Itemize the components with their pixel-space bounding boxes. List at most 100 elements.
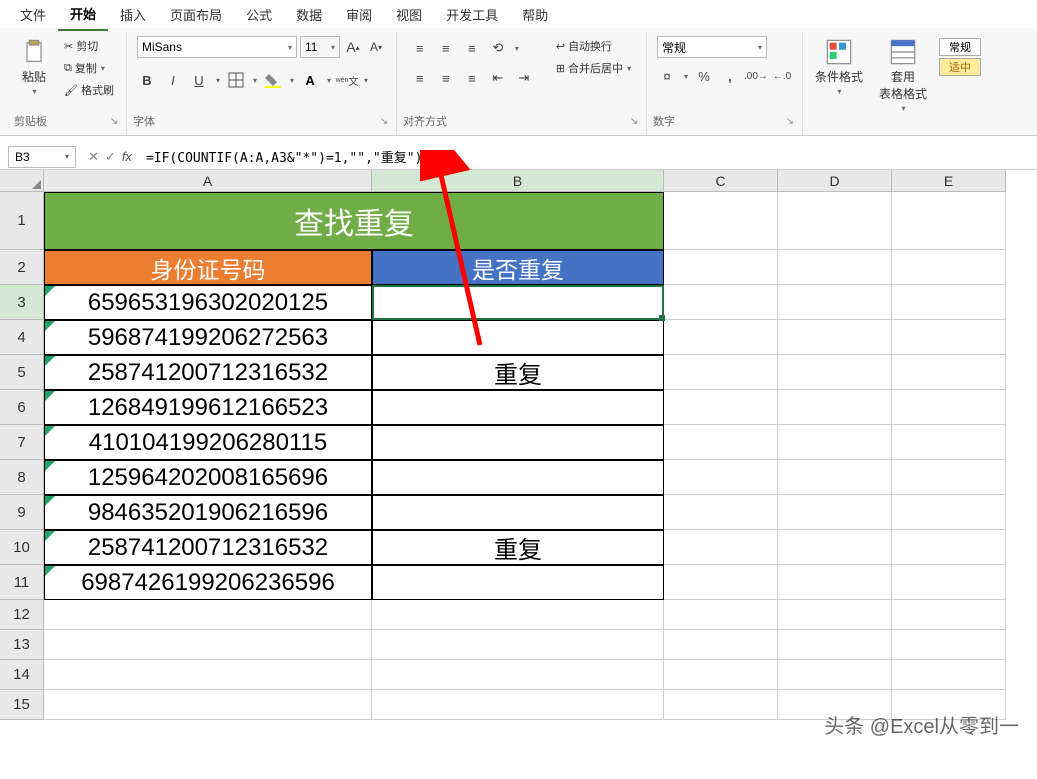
tab-insert[interactable]: 插入 (108, 0, 158, 30)
cell-D1[interactable] (778, 192, 892, 250)
tab-developer[interactable]: 开发工具 (434, 0, 510, 30)
font-size-select[interactable]: 11▾ (300, 36, 340, 58)
tab-file[interactable]: 文件 (8, 0, 58, 30)
orientation-icon[interactable]: ⟲ (488, 38, 508, 58)
cell-E5[interactable] (892, 355, 1006, 390)
cell-E13[interactable] (892, 630, 1006, 660)
dialog-launcher-icon[interactable]: ↘ (108, 116, 120, 127)
cell-A10[interactable]: 258741200712316532 (44, 530, 372, 565)
cell-E10[interactable] (892, 530, 1006, 565)
cell-A3[interactable]: 659653196302020125 (44, 285, 372, 320)
cell-C10[interactable] (664, 530, 778, 565)
cell-A4[interactable]: 596874199206272563 (44, 320, 372, 355)
cell-title[interactable]: 查找重复 (44, 192, 664, 250)
col-header-A[interactable]: A (44, 170, 372, 192)
cell-B6[interactable] (372, 390, 664, 425)
cell-E2[interactable] (892, 250, 1006, 285)
cell-D10[interactable] (778, 530, 892, 565)
dialog-launcher-icon[interactable]: ↘ (784, 116, 796, 127)
cell-C2[interactable] (664, 250, 778, 285)
cell-D6[interactable] (778, 390, 892, 425)
cell-C11[interactable] (664, 565, 778, 600)
cell-B14[interactable] (372, 660, 664, 690)
tab-data[interactable]: 数据 (284, 0, 334, 30)
increase-decimal-icon[interactable]: .00→ (746, 66, 766, 86)
cell-A13[interactable] (44, 630, 372, 660)
tab-home[interactable]: 开始 (58, 0, 108, 31)
tab-page-layout[interactable]: 页面布局 (158, 0, 234, 30)
cell-C9[interactable] (664, 495, 778, 530)
cell-D8[interactable] (778, 460, 892, 495)
cell-E1[interactable] (892, 192, 1006, 250)
align-top-icon[interactable]: ≡ (410, 38, 430, 58)
name-box[interactable]: B3▾ (8, 146, 76, 168)
cell-E14[interactable] (892, 660, 1006, 690)
cell-A5[interactable]: 258741200712316532 (44, 355, 372, 390)
cell-C8[interactable] (664, 460, 778, 495)
row-header-10[interactable]: 10 (0, 530, 44, 565)
cell-C1[interactable] (664, 192, 778, 250)
cell-C7[interactable] (664, 425, 778, 460)
font-color-button[interactable]: A (300, 70, 320, 90)
cancel-formula-icon[interactable]: ✕ (88, 149, 99, 165)
number-format-select[interactable]: 常规▾ (657, 36, 767, 58)
font-name-select[interactable]: MiSans▾ (137, 36, 297, 58)
confirm-formula-icon[interactable]: ✓ (105, 149, 116, 165)
row-header-4[interactable]: 4 (0, 320, 44, 355)
format-painter-button[interactable]: 🖌格式刷 (60, 80, 118, 100)
cell-D7[interactable] (778, 425, 892, 460)
phonetic-button[interactable]: wén文 (337, 70, 357, 90)
cell-B5[interactable]: 重复 (372, 355, 664, 390)
bold-button[interactable]: B (137, 70, 157, 90)
increase-font-icon[interactable]: A▴ (343, 37, 363, 57)
cell-A2[interactable]: 身份证号码 (44, 250, 372, 285)
cell-B10[interactable]: 重复 (372, 530, 664, 565)
cell-style-normal[interactable]: 常规 (939, 38, 981, 56)
cell-D4[interactable] (778, 320, 892, 355)
paste-button[interactable]: 粘贴 ▾ (14, 34, 54, 100)
align-bottom-icon[interactable]: ≡ (462, 38, 482, 58)
cell-E3[interactable] (892, 285, 1006, 320)
cell-A8[interactable]: 125964202008165696 (44, 460, 372, 495)
select-all-corner[interactable] (0, 170, 44, 192)
formula-input[interactable]: =IF(COUNTIF(A:A,A3&"*")=1,"","重复") (140, 147, 1037, 166)
border-button[interactable] (226, 70, 246, 90)
row-header-14[interactable]: 14 (0, 660, 44, 690)
merge-center-button[interactable]: ⊞合并后居中▾ (552, 58, 635, 78)
cell-E11[interactable] (892, 565, 1006, 600)
align-right-icon[interactable]: ≡ (462, 68, 482, 88)
row-header-15[interactable]: 15 (0, 690, 44, 720)
row-header-2[interactable]: 2 (0, 250, 44, 285)
row-header-11[interactable]: 11 (0, 565, 44, 600)
dialog-launcher-icon[interactable]: ↘ (628, 116, 640, 127)
row-header-8[interactable]: 8 (0, 460, 44, 495)
cell-C4[interactable] (664, 320, 778, 355)
cell-B7[interactable] (372, 425, 664, 460)
cell-D14[interactable] (778, 660, 892, 690)
cell-D12[interactable] (778, 600, 892, 630)
cell-E9[interactable] (892, 495, 1006, 530)
decrease-decimal-icon[interactable]: ←.0 (772, 66, 792, 86)
cell-D13[interactable] (778, 630, 892, 660)
row-header-13[interactable]: 13 (0, 630, 44, 660)
cell-B13[interactable] (372, 630, 664, 660)
cell-E8[interactable] (892, 460, 1006, 495)
conditional-format-button[interactable]: 条件格式▾ (809, 34, 869, 100)
row-header-7[interactable]: 7 (0, 425, 44, 460)
italic-button[interactable]: I (163, 70, 183, 90)
cell-C15[interactable] (664, 690, 778, 720)
cell-style-ok[interactable]: 适中 (939, 58, 981, 76)
fill-color-button[interactable] (263, 70, 283, 90)
cell-B4[interactable] (372, 320, 664, 355)
copy-button[interactable]: ⧉复制▾ (60, 58, 118, 78)
cell-C13[interactable] (664, 630, 778, 660)
cell-D5[interactable] (778, 355, 892, 390)
cell-B12[interactable] (372, 600, 664, 630)
row-header-12[interactable]: 12 (0, 600, 44, 630)
align-middle-icon[interactable]: ≡ (436, 38, 456, 58)
cell-D2[interactable] (778, 250, 892, 285)
cell-B11[interactable] (372, 565, 664, 600)
tab-formulas[interactable]: 公式 (234, 0, 284, 30)
fx-icon[interactable]: fx (122, 149, 132, 164)
cell-B9[interactable] (372, 495, 664, 530)
